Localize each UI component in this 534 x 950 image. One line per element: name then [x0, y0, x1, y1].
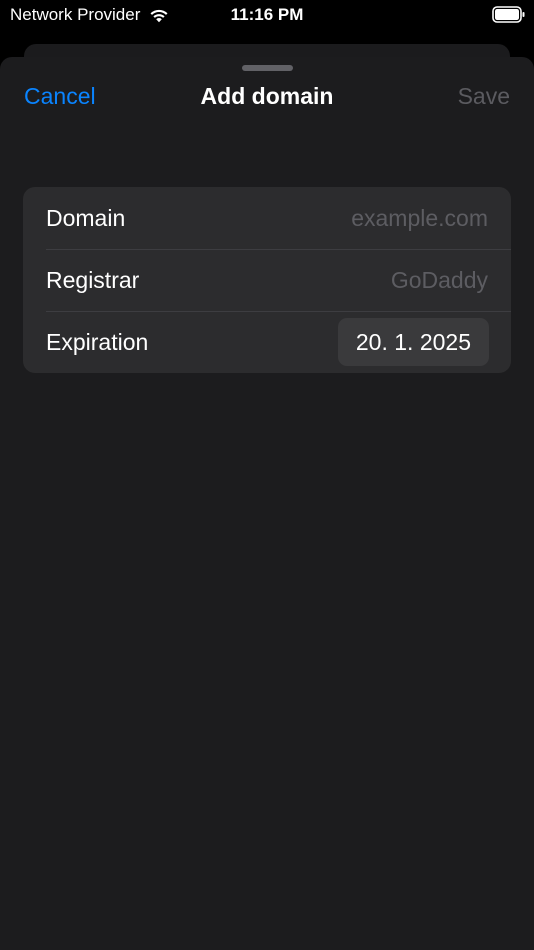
registrar-label: Registrar — [46, 266, 140, 293]
battery-icon — [492, 6, 525, 23]
expiration-label: Expiration — [46, 328, 149, 355]
domain-input[interactable] — [125, 204, 488, 232]
nav-bar: Cancel Add domain Save — [0, 77, 534, 119]
add-domain-sheet: Cancel Add domain Save Domain Registrar … — [0, 57, 534, 950]
expiration-row: Expiration 20. 1. 2025 — [23, 311, 511, 373]
save-button[interactable]: Save — [458, 83, 510, 110]
registrar-input[interactable] — [139, 266, 488, 294]
domain-row: Domain — [23, 187, 511, 249]
screen: Network Provider 11:16 PM Cancel Add dom… — [0, 0, 534, 950]
status-bar: Network Provider 11:16 PM — [0, 0, 534, 32]
cancel-button[interactable]: Cancel — [24, 83, 96, 110]
sheet-grabber[interactable] — [242, 65, 293, 71]
expiration-date-picker[interactable]: 20. 1. 2025 — [337, 318, 489, 366]
status-time: 11:16 PM — [230, 5, 304, 24]
domain-label: Domain — [46, 204, 126, 231]
registrar-row: Registrar — [23, 249, 511, 311]
domain-form: Domain Registrar Expiration 20. 1. 2025 — [23, 187, 511, 373]
